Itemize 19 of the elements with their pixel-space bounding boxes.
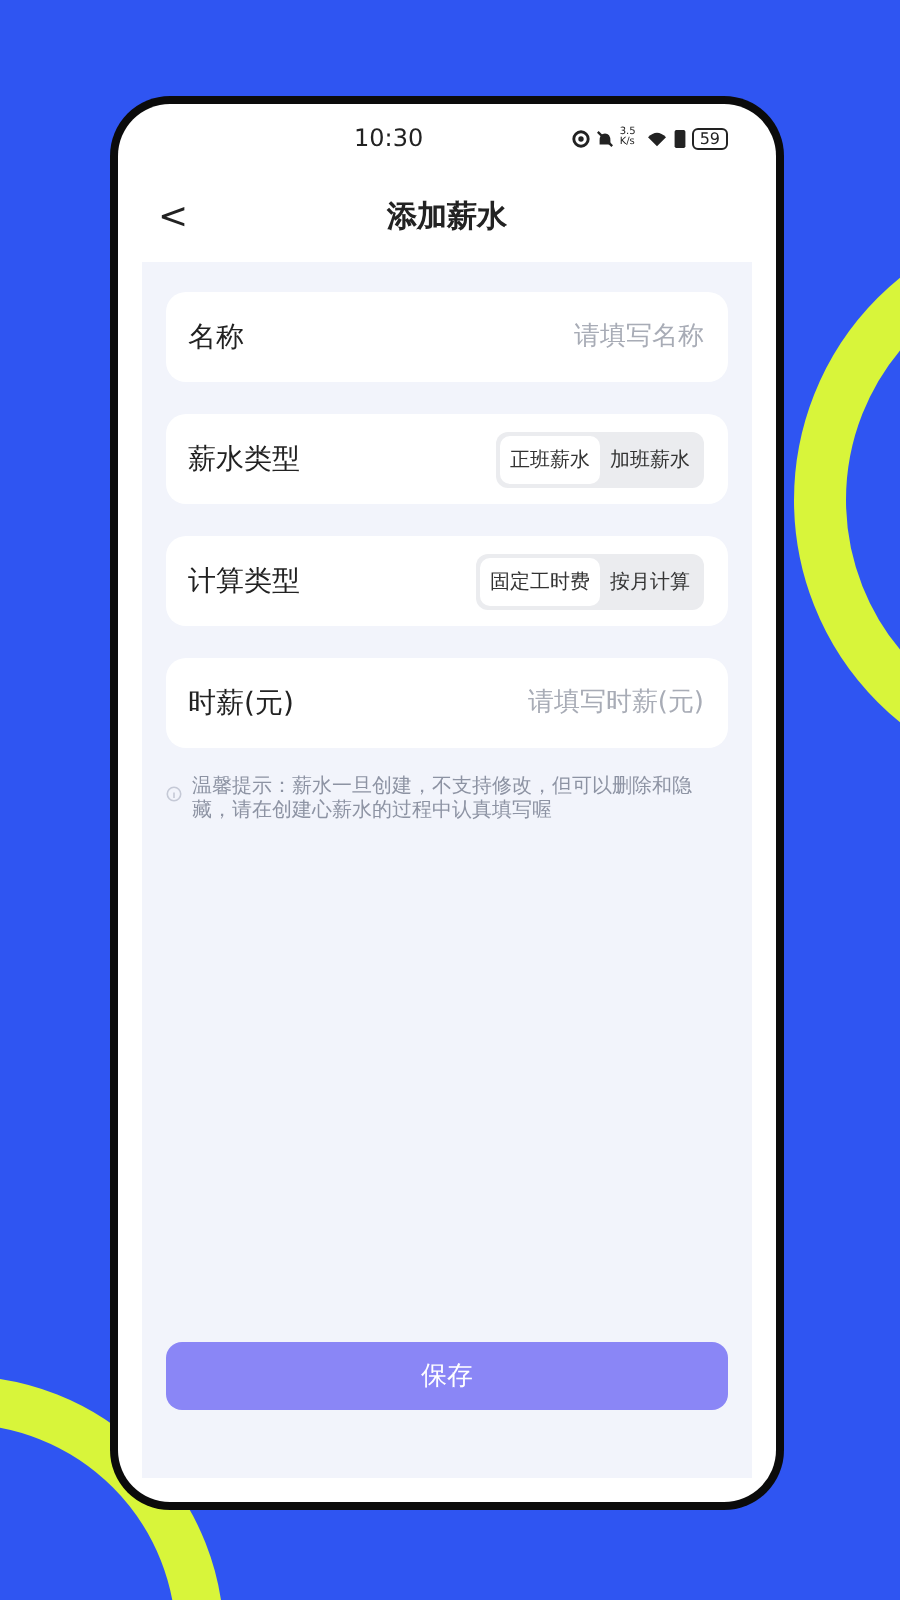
- field-label: 时薪(元): [188, 685, 294, 721]
- input-field[interactable]: 请填写时薪(元): [404, 688, 704, 718]
- mute-bell-icon: [595, 129, 614, 147]
- status-icon: [571, 129, 590, 147]
- field-label: 计算类型: [188, 563, 300, 599]
- battery-indicator: 59: [691, 127, 728, 149]
- input-field[interactable]: 请填写名称: [404, 322, 704, 352]
- page-title: 添加薪水: [387, 198, 507, 236]
- back-button[interactable]: <: [150, 196, 197, 238]
- segment-option[interactable]: 按月计算: [600, 557, 700, 605]
- field-label: 名称: [188, 319, 244, 355]
- segment-option[interactable]: 加班薪水: [600, 435, 700, 483]
- wifi-icon: [645, 129, 668, 147]
- info-icon: [166, 786, 182, 802]
- segment-option[interactable]: 固定工时费: [480, 557, 600, 605]
- status-time: 10:30: [354, 124, 424, 152]
- field-label: 薪水类型: [188, 441, 300, 477]
- segment-option[interactable]: 正班薪水: [500, 435, 600, 483]
- tip-text: 温馨提示：薪水一旦创建，不支持修改，但可以删除和隐藏，请在创建心薪水的过程中认真填写喔: [192, 776, 694, 824]
